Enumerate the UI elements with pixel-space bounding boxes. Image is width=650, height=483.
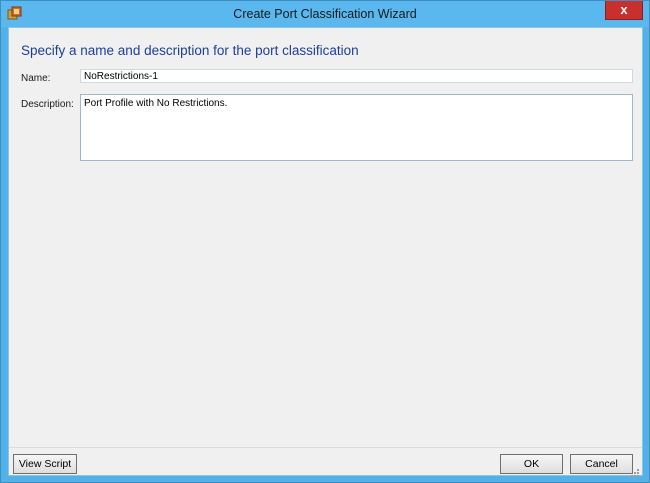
ok-button[interactable]: OK [500,454,563,474]
title-bar[interactable]: Create Port Classification Wizard x [1,1,649,27]
close-button[interactable]: x [605,1,643,20]
wizard-window: Create Port Classification Wizard x Spec… [0,0,650,483]
footer-divider [9,447,642,448]
cancel-button[interactable]: Cancel [570,454,633,474]
close-icon: x [620,2,628,17]
description-label: Description: [21,99,74,110]
name-field[interactable] [80,69,633,83]
resize-grip-icon[interactable] [630,463,640,477]
description-field[interactable] [80,94,633,161]
window-title: Create Port Classification Wizard [233,7,417,21]
view-script-button[interactable]: View Script [13,454,77,474]
page-heading: Specify a name and description for the p… [21,43,359,58]
wizard-content: Specify a name and description for the p… [8,27,643,477]
name-label: Name: [21,73,51,84]
